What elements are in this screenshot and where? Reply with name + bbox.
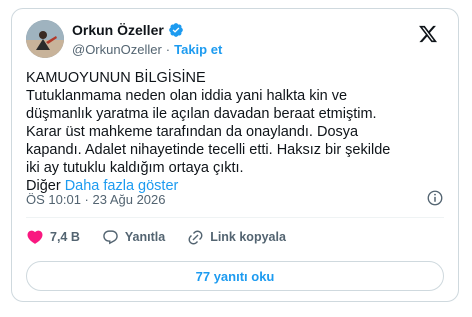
verified-badge-icon (168, 23, 183, 37)
like-count: 7,4 B (50, 230, 80, 244)
avatar-image (26, 20, 64, 58)
separator-dot: · (165, 41, 171, 57)
x-logo-icon[interactable] (418, 24, 438, 44)
link-icon (188, 230, 203, 244)
divider (26, 217, 444, 218)
display-name[interactable]: Orkun Özeller (72, 22, 164, 38)
timestamp[interactable]: ÖS 10:01 · 23 Ağu 2026 (26, 192, 166, 207)
timestamp-text: ÖS 10:01 · 23 Ağu 2026 (26, 192, 166, 207)
copy-link-label: Link kopyala (210, 230, 286, 244)
reply-label: Yanıtla (124, 230, 166, 244)
tweet-header: Orkun Özeller @OrkunOzeller · Takip et (26, 20, 444, 60)
follow-button[interactable]: Takip et (174, 42, 222, 57)
info-icon[interactable] (426, 189, 444, 207)
read-replies-button[interactable]: 77 yanıtı oku (26, 261, 444, 291)
user-block: Orkun Özeller @OrkunOzeller · Takip et (72, 20, 222, 58)
name-row: Orkun Özeller (72, 20, 222, 40)
tweet-text: KAMUOYUNUN BİLGİSİNE Tutuklanmama neden … (26, 69, 446, 195)
heart-icon (27, 230, 43, 244)
like-button[interactable]: 7,4 B (26, 228, 80, 246)
handle[interactable]: @OrkunOzeller (72, 42, 162, 57)
tweet-card: Orkun Özeller @OrkunOzeller · Takip et K… (11, 8, 459, 302)
action-bar: 7,4 B Yanıtla Link kopyala (26, 225, 308, 249)
avatar[interactable] (26, 20, 64, 58)
copy-link-button[interactable]: Link kopyala (187, 229, 286, 246)
tweet-heading: KAMUOYUNUN BİLGİSİNE (26, 70, 206, 86)
speech-bubble-icon (103, 229, 118, 244)
read-replies-label: 77 yanıtı oku (195, 268, 275, 284)
reply-button[interactable]: Yanıtla (102, 229, 165, 246)
handle-row: @OrkunOzeller · Takip et (72, 40, 222, 58)
